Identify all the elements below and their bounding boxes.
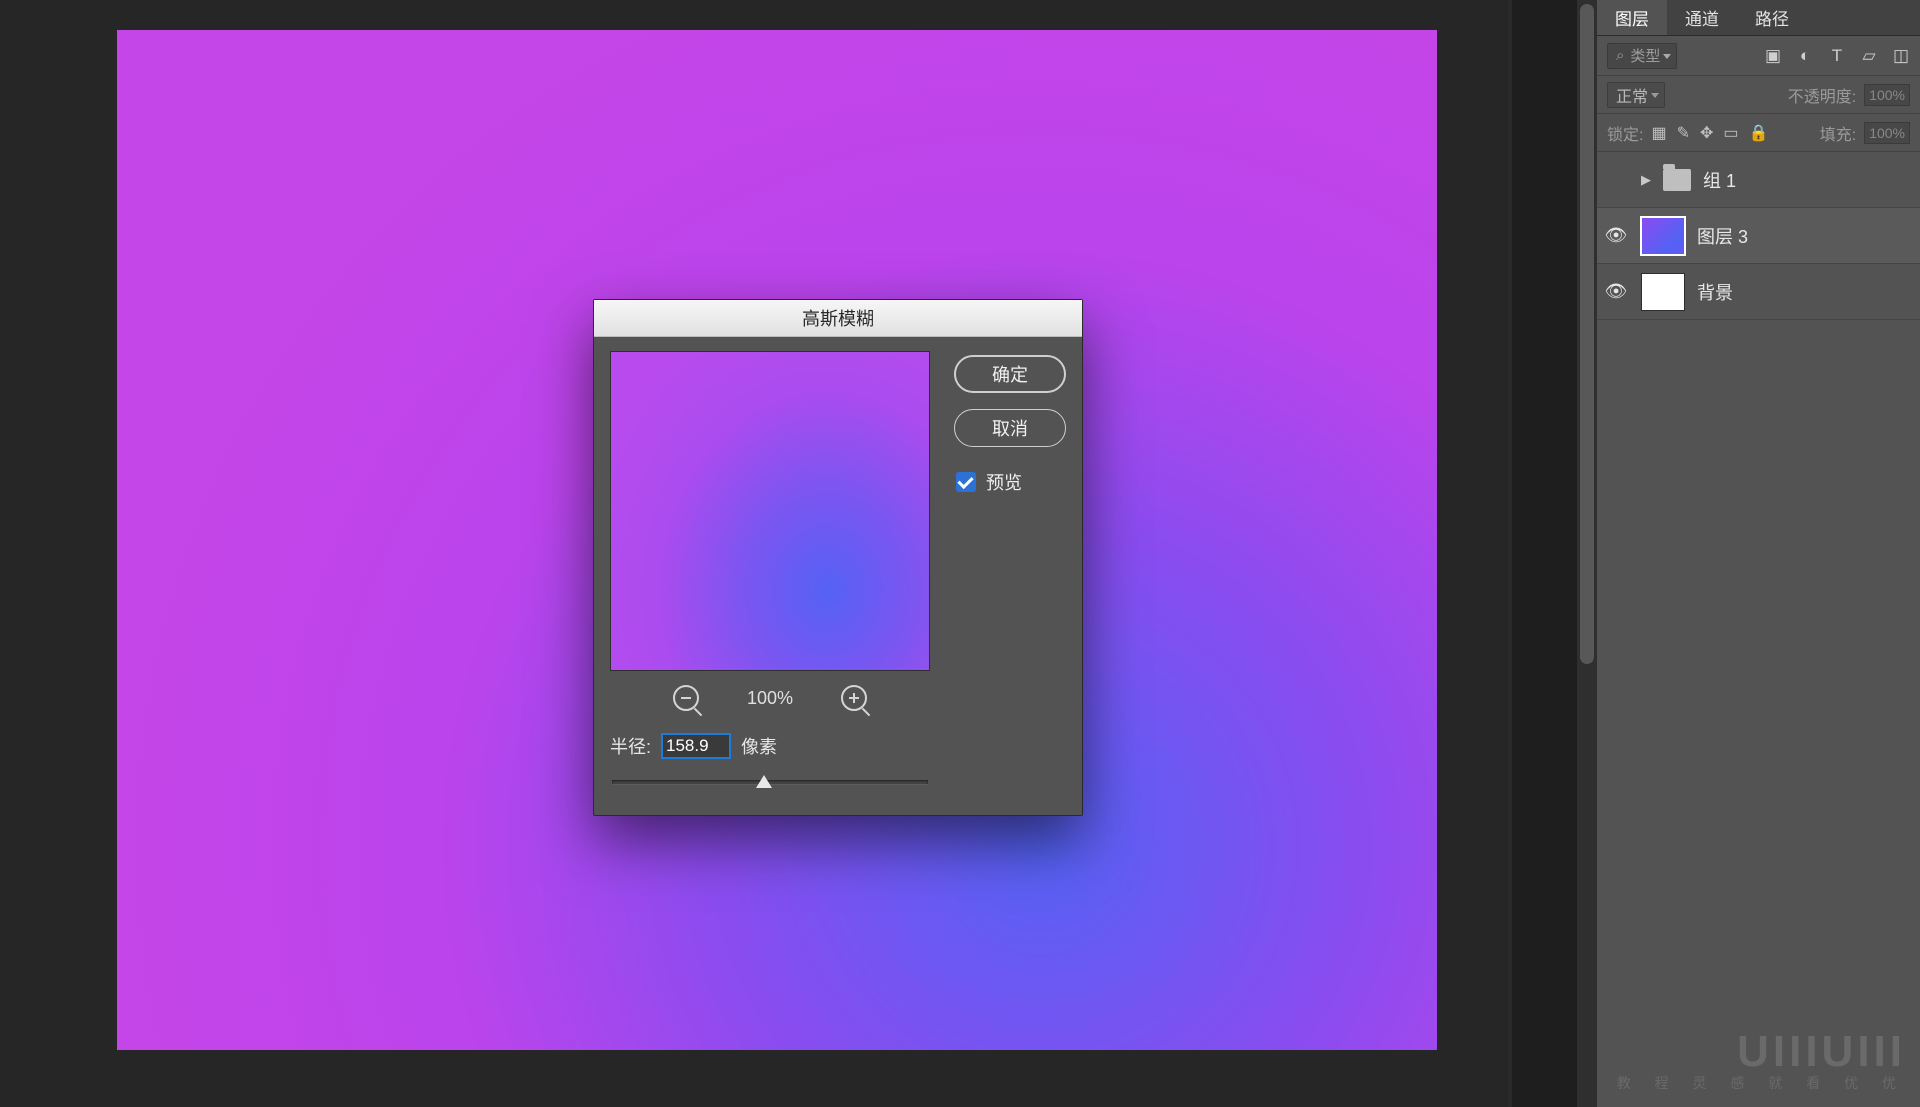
tab-channels[interactable]: 通道	[1667, 0, 1737, 35]
radius-input[interactable]	[661, 733, 731, 759]
lock-all-icon[interactable]: 🔒	[1749, 123, 1769, 143]
dialog-title[interactable]: 高斯模糊	[594, 300, 1082, 337]
slider-thumb[interactable]	[756, 775, 772, 788]
lock-position-icon[interactable]: ✥	[1700, 123, 1713, 143]
lock-brush-icon[interactable]: ✎	[1677, 123, 1690, 143]
layer-row-group1[interactable]: 👁 ▶ 组 1	[1597, 152, 1920, 208]
layer-row-background[interactable]: 👁 背景	[1597, 264, 1920, 320]
kind-filter-label: 类型	[1630, 45, 1660, 66]
folder-icon	[1663, 169, 1691, 191]
filter-pixel-icon[interactable]: ▣	[1764, 47, 1782, 65]
cancel-button[interactable]: 取消	[954, 409, 1066, 447]
watermark: UIIIUIII 教 程 灵 感 就 看 优 优	[1617, 1027, 1906, 1093]
gaussian-blur-dialog: 高斯模糊 100% 半径: 像素 确	[593, 299, 1083, 816]
preview-label: 预览	[986, 469, 1022, 495]
ok-button[interactable]: 确定	[954, 355, 1066, 393]
layer-name[interactable]: 背景	[1697, 279, 1733, 305]
filter-shape-icon[interactable]: ▱	[1860, 47, 1878, 65]
fill-label: 填充:	[1820, 121, 1856, 145]
workspace: 高斯模糊 100% 半径: 像素 确	[0, 0, 1508, 1107]
visibility-toggle[interactable]: 👁	[1603, 225, 1629, 246]
scrollbar[interactable]	[1577, 0, 1597, 1107]
tab-paths[interactable]: 路径	[1737, 0, 1807, 35]
lock-transparency-icon[interactable]: ▦	[1651, 123, 1666, 143]
lock-artboard-icon[interactable]: ▭	[1723, 123, 1738, 143]
filter-adjust-icon[interactable]: ◐	[1796, 47, 1814, 65]
zoom-level: 100%	[747, 688, 793, 709]
opacity-label: 不透明度:	[1788, 83, 1856, 107]
visibility-toggle[interactable]: 👁	[1603, 281, 1629, 302]
kind-filter-dropdown[interactable]: ⌕ 类型	[1607, 43, 1677, 69]
preview-area[interactable]	[610, 351, 930, 671]
scrollbar-thumb[interactable]	[1580, 4, 1594, 664]
zoom-in-icon[interactable]	[841, 685, 867, 711]
zoom-out-icon[interactable]	[673, 685, 699, 711]
chevron-right-icon[interactable]: ▶	[1641, 172, 1651, 188]
radius-unit: 像素	[741, 733, 777, 759]
watermark-logo: UIIIUIII	[1617, 1027, 1906, 1077]
watermark-sub: 教 程 灵 感 就 看 优 优	[1617, 1073, 1906, 1093]
layer-thumbnail[interactable]	[1641, 217, 1685, 255]
radius-slider[interactable]	[612, 773, 928, 791]
filter-type-icon[interactable]: T	[1828, 47, 1846, 65]
blend-mode-dropdown[interactable]: 正常	[1607, 82, 1665, 108]
preview-checkbox[interactable]: 预览	[956, 469, 1022, 495]
layers-panel: 图层 通道 路径 ⌕ 类型 ▣ ◐ T ▱ ◫ 正常 不透明度: 100% 锁定…	[1596, 0, 1920, 1107]
layer-row-layer3[interactable]: 👁 图层 3	[1597, 208, 1920, 264]
blend-mode-value: 正常	[1616, 83, 1648, 107]
layer-name[interactable]: 组 1	[1703, 167, 1736, 193]
opacity-value[interactable]: 100%	[1864, 84, 1910, 106]
tab-layers[interactable]: 图层	[1597, 0, 1667, 35]
divider	[1508, 0, 1512, 1107]
filter-smart-icon[interactable]: ◫	[1892, 47, 1910, 65]
search-icon: ⌕	[1616, 47, 1624, 64]
layer-name[interactable]: 图层 3	[1697, 223, 1748, 249]
fill-value[interactable]: 100%	[1864, 122, 1910, 144]
check-icon	[956, 472, 976, 492]
lock-label: 锁定:	[1607, 121, 1643, 145]
layer-thumbnail[interactable]	[1641, 273, 1685, 311]
radius-label: 半径:	[610, 733, 651, 759]
